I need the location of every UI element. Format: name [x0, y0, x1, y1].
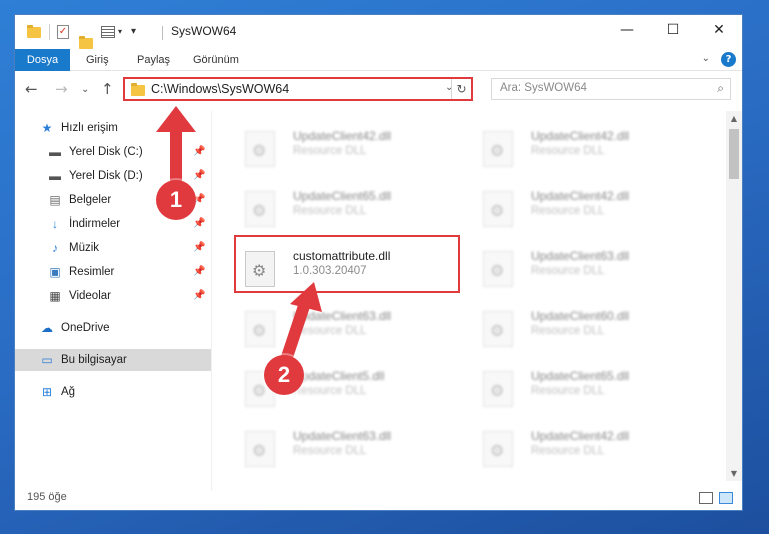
- arrow-step-2: [280, 294, 312, 366]
- arrow-step-2-head: [290, 282, 322, 312]
- arrow-step-1-head: [156, 106, 196, 132]
- step-2-badge: 2: [264, 355, 304, 395]
- annotation-arrows: [156, 106, 322, 366]
- step-1-badge: 1: [156, 180, 196, 220]
